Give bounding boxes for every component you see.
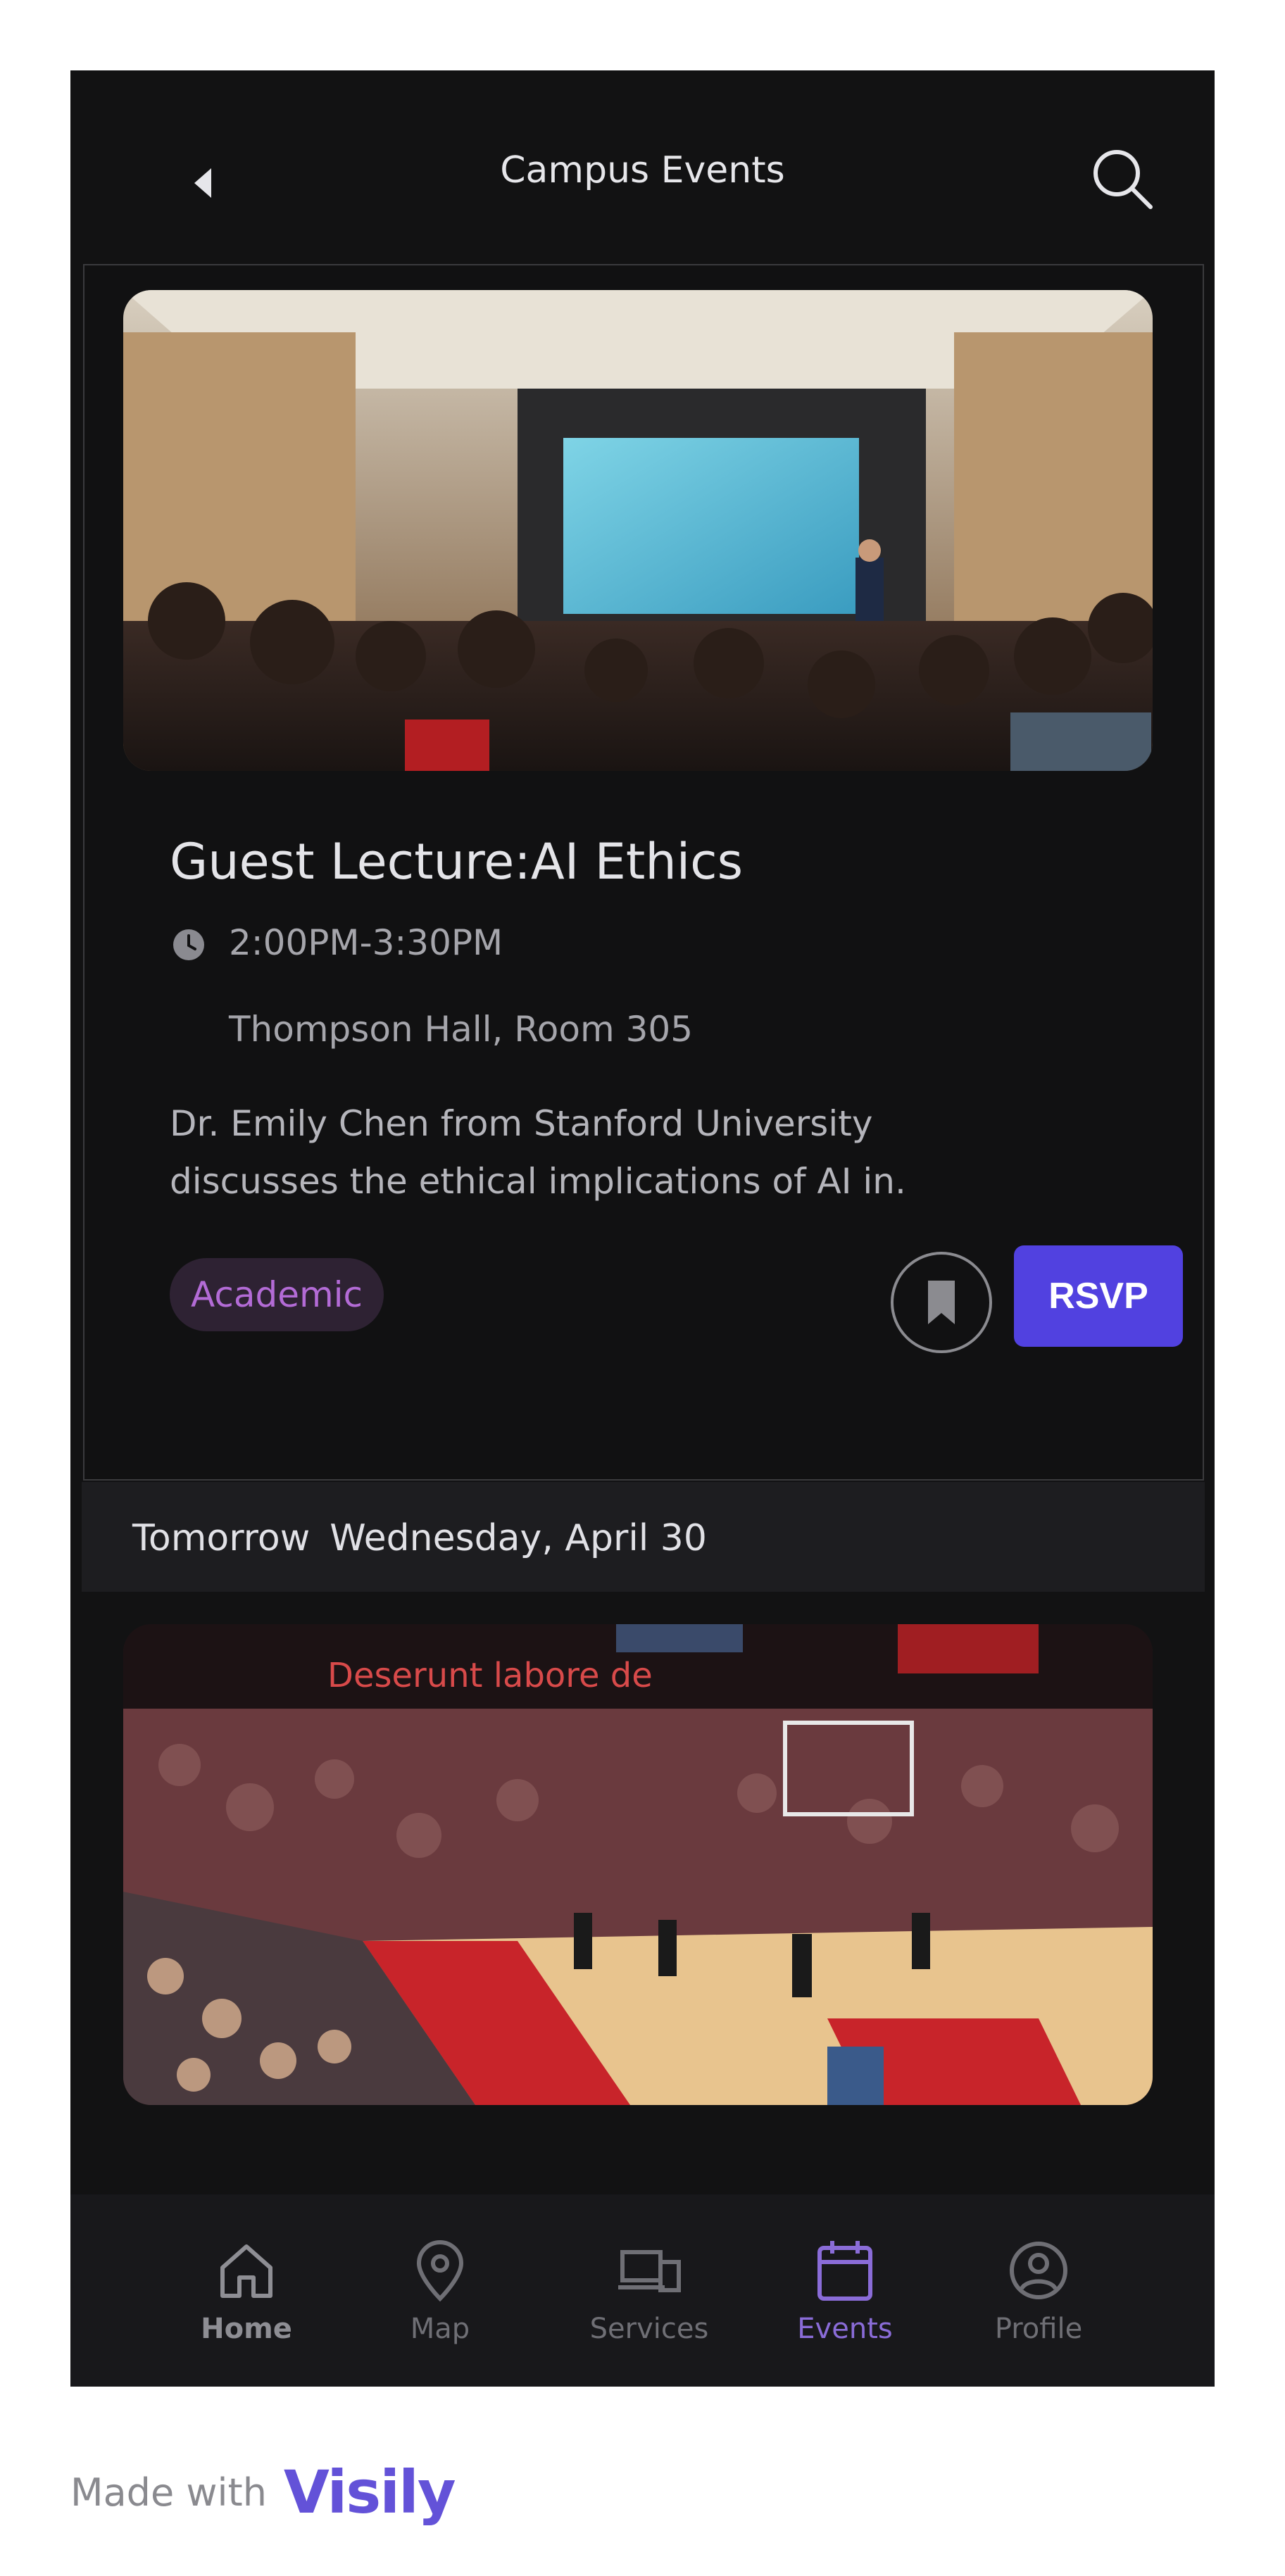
- date-full: Wednesday, April 30: [330, 1517, 707, 1559]
- image-overlay-text: Deserunt labore de: [327, 1656, 653, 1695]
- category-tag: Academic: [170, 1258, 384, 1331]
- nav-label-services: Services: [589, 2313, 709, 2345]
- bottom-navigation: Home Map Services Events Profile: [70, 2194, 1215, 2387]
- bookmark-icon: [928, 1281, 955, 1324]
- event-time: 2:00PM-3:30PM: [229, 922, 503, 963]
- made-with-footer[interactable]: Made with Visily: [70, 2450, 456, 2534]
- clock-icon: [173, 929, 204, 960]
- event-card-body: Guest Lecture:AI Ethics 2:00PM-3:30PM Th…: [123, 771, 1183, 1390]
- map-pin-icon: [416, 2240, 464, 2302]
- phone-screen: Campus Events Guest Lecture:AI Ethics 2:…: [70, 70, 1215, 2387]
- nav-label-profile: Profile: [994, 2313, 1083, 2345]
- event-description: Dr. Emily Chen from Stanford University …: [170, 1103, 906, 1202]
- event-image-basketball[interactable]: Deserunt labore de: [123, 1624, 1153, 2105]
- event-image-lecture-hall: [123, 290, 1153, 771]
- home-icon: [220, 2244, 272, 2298]
- nav-map[interactable]: Map: [349, 2237, 532, 2363]
- nav-services[interactable]: Services: [558, 2237, 741, 2363]
- nav-label-events: Events: [797, 2313, 893, 2345]
- devices-icon: [618, 2250, 681, 2292]
- nav-label-map: Map: [410, 2313, 470, 2345]
- search-button[interactable]: [1083, 139, 1162, 218]
- rsvp-button[interactable]: RSVP: [1014, 1245, 1183, 1347]
- profile-icon: [1010, 2242, 1067, 2299]
- nav-label-home: Home: [201, 2313, 292, 2345]
- calendar-icon: [817, 2241, 872, 2301]
- date-relative: Tomorrow: [132, 1517, 311, 1559]
- made-with-text: Made with: [70, 2470, 267, 2515]
- event-location: Thompson Hall, Room 305: [229, 1009, 694, 1050]
- page-title: Campus Events: [500, 149, 785, 191]
- app-header: Campus Events: [70, 70, 1215, 266]
- brand-name: Visily: [283, 2458, 456, 2527]
- event-title: Guest Lecture:AI Ethics: [170, 833, 744, 891]
- nav-home[interactable]: Home: [155, 2237, 338, 2363]
- date-section-header: Tomorrow Wednesday, April 30: [82, 1482, 1205, 1592]
- bookmark-button[interactable]: [891, 1252, 992, 1353]
- search-icon: [1093, 150, 1153, 209]
- date-label: Tomorrow Wednesday, April 30: [132, 1517, 707, 1559]
- nav-events[interactable]: Events: [753, 2237, 936, 2363]
- visily-logo: Visily: [283, 2458, 456, 2527]
- nav-profile[interactable]: Profile: [947, 2237, 1130, 2363]
